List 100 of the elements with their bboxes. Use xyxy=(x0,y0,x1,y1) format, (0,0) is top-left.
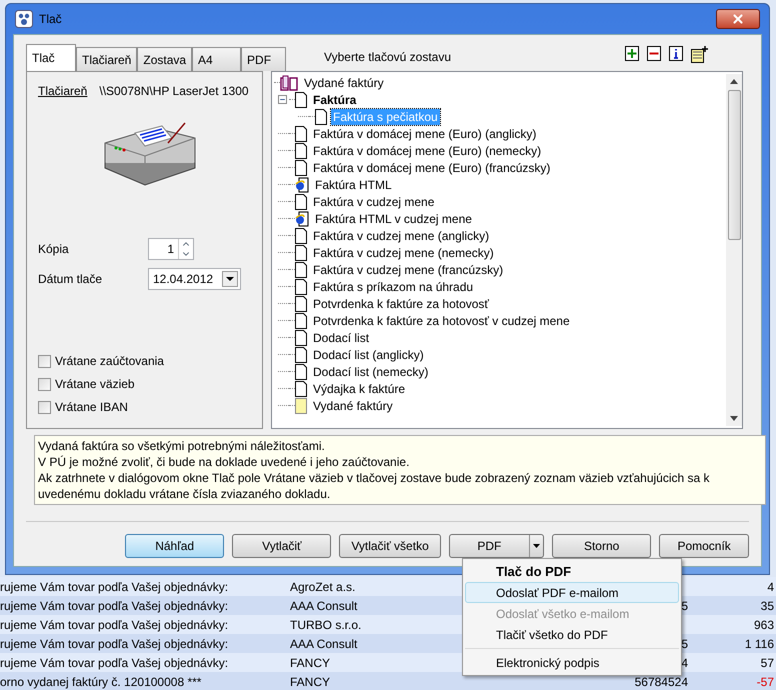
dialog-button[interactable]: Pomocník xyxy=(659,534,749,558)
tree-item[interactable]: Faktúra v cudzej mene (nemecky) xyxy=(311,244,496,260)
table-cell-text: rujeme Vám tovar podľa Vašej objednávky: xyxy=(0,636,228,652)
tab[interactable]: A4 xyxy=(192,47,242,71)
report-caption: Vyberte tlačovú zostavu xyxy=(324,49,452,66)
document-icon xyxy=(295,364,307,380)
table-cell-text: 35 xyxy=(760,598,774,614)
collapse-toggle[interactable] xyxy=(278,95,287,104)
document-icon xyxy=(295,330,307,346)
tree-item[interactable]: Výdajka k faktúre xyxy=(311,380,408,396)
checkbox-label: Vrátane IBAN xyxy=(55,399,128,416)
document-icon xyxy=(295,312,307,328)
table-cell-text: 1 116 xyxy=(744,636,774,652)
menu-item[interactable]: Tlačiť všetko do PDF xyxy=(465,624,679,645)
table-cell-text: FANCY xyxy=(290,674,330,690)
table-cell-text: AAA Consult xyxy=(290,598,358,614)
tree-item[interactable]: Dodací list xyxy=(311,330,372,346)
caret-icon xyxy=(226,277,234,281)
scroll-up-icon[interactable] xyxy=(730,79,738,84)
tree-item[interactable]: Faktúra xyxy=(311,92,358,108)
menu-item[interactable]: Tlač do PDF xyxy=(465,561,679,582)
description-text: Vydaná faktúra so všetkými potrebnými náležitosťami. xyxy=(38,438,326,454)
copies-label: Kópia xyxy=(38,241,70,258)
table-cell-text: 963 xyxy=(754,616,774,634)
document-icon xyxy=(295,262,307,278)
close-button[interactable] xyxy=(716,9,760,29)
tab[interactable]: PDF xyxy=(241,47,286,71)
web-page-icon xyxy=(295,176,309,192)
tree-item[interactable]: Faktúra HTML v cudzej mene xyxy=(313,210,474,226)
printer-link[interactable]: Tlačiareň xyxy=(38,82,88,100)
tree-item[interactable]: Faktúra v cudzej mene (anglicky) xyxy=(311,228,492,244)
document-icon xyxy=(295,244,307,260)
description-text: V PÚ je možné zvoliť, či bude na doklade uvedené i jeho zaúčtovanie. xyxy=(38,454,410,470)
document-icon xyxy=(295,126,307,142)
tree-item[interactable]: Dodací list (nemecky) xyxy=(311,364,430,380)
document-icon xyxy=(295,194,307,210)
tree-item[interactable]: Faktúra v domácej mene (Euro) (anglicky) xyxy=(311,126,538,142)
table-cell-text: rujeme Vám tovar podľa Vašej objednávky: xyxy=(0,598,228,614)
caret-icon xyxy=(533,544,540,548)
tab[interactable]: Zostava xyxy=(137,47,192,71)
close-icon xyxy=(731,12,745,26)
tab[interactable]: Tlačiareň xyxy=(76,47,138,71)
print-date-label: Dátum tlače xyxy=(38,271,104,288)
dialog-button[interactable]: Vytlačiť všetko xyxy=(339,534,441,558)
tree-item[interactable]: Vydané faktúry xyxy=(302,74,386,90)
tab[interactable]: Tlač xyxy=(26,44,76,71)
table-cell-text: 4 xyxy=(767,578,774,596)
tree-item[interactable]: Potvrdenka k faktúre za hotovosť v cudzej mene xyxy=(311,312,572,328)
table-cell-text: rujeme Vám tovar podľa Vašej objednávky: xyxy=(0,654,228,672)
checkbox[interactable] xyxy=(38,378,51,390)
menu-item[interactable]: Odoslať PDF e-mailom xyxy=(465,582,679,603)
scroll-thumb[interactable] xyxy=(728,90,740,240)
document-icon xyxy=(295,278,307,294)
tree-item[interactable]: Dodací list (anglicky) xyxy=(311,346,426,362)
tree-item[interactable]: Faktúra v cudzej mene (francúzsky) xyxy=(311,262,506,278)
menu-item[interactable]: Elektronický podpis xyxy=(465,652,679,673)
document-icon xyxy=(295,160,307,176)
document-icon xyxy=(295,380,307,396)
web-page-icon xyxy=(295,210,309,226)
tree-item[interactable]: Faktúra HTML xyxy=(313,176,394,192)
dialog-button[interactable]: Storno xyxy=(552,534,652,558)
document-star-icon[interactable] xyxy=(691,46,709,63)
window-title: Tlač xyxy=(39,11,62,28)
book-icon xyxy=(280,74,298,90)
checkbox-label: Vrátane zaúčtovania xyxy=(55,353,164,370)
table-cell-text: AAA Consult xyxy=(290,636,358,652)
tree-item[interactable]: Faktúra v cudzej mene xyxy=(311,194,436,210)
add-document-icon[interactable] xyxy=(625,46,639,61)
document-icon xyxy=(295,92,307,108)
minus-icon xyxy=(279,96,286,103)
table-cell-text: 5 xyxy=(681,598,688,614)
preview-button[interactable]: Náhľad xyxy=(125,534,224,558)
scrollbar[interactable] xyxy=(726,74,742,426)
description-text: Ak zatrhnete v dialógovom okne Tlač pole Vrátane väzieb v tlačovej zostave bude zobrazený zoznam väzieb vzťahujúcich sa k uvedenému dokladu vrátane čísla zviazaného dokladu. xyxy=(38,470,711,502)
document-icon xyxy=(295,296,307,312)
document-icon xyxy=(295,142,307,158)
checkbox[interactable] xyxy=(38,354,51,368)
tree-item[interactable]: Potvrdenka k faktúre za hotovosť xyxy=(311,296,491,312)
tree-item[interactable]: Vydané faktúry xyxy=(311,398,395,414)
tree-item[interactable]: Faktúra s príkazom na úhradu xyxy=(311,278,476,294)
document-icon xyxy=(315,108,327,124)
dialog-button[interactable]: Vytlačiť xyxy=(232,534,332,558)
pdf-split-button[interactable]: PDF xyxy=(448,534,544,558)
table-cell-text: rujeme Vám tovar podľa Vašej objednávky: xyxy=(0,616,228,634)
print-date-dropdown[interactable]: 12.04.2012 xyxy=(148,268,241,290)
info-icon[interactable] xyxy=(669,46,683,61)
checkbox[interactable] xyxy=(38,400,51,414)
checkbox-label: Vrátane väzieb xyxy=(55,376,135,393)
document-icon xyxy=(295,346,307,362)
table-cell-text: rujeme Vám tovar podľa Vašej objednávky: xyxy=(0,578,228,596)
tree-item[interactable]: Faktúra v domácej mene (Euro) (nemecky) xyxy=(311,142,544,158)
table-cell-text: TURBO s.r.o. xyxy=(290,616,362,634)
copies-spin-field[interactable]: 1 xyxy=(148,238,194,260)
document-icon xyxy=(295,228,307,244)
tree-item[interactable]: Faktúra v domácej mene (Euro) (francúzsky) xyxy=(311,160,552,176)
table-cell-text: 56784524 xyxy=(634,674,688,690)
table-cell-text: 57 xyxy=(760,654,774,672)
table-cell-text: 5 xyxy=(681,636,688,652)
scroll-down-icon[interactable] xyxy=(730,416,738,421)
remove-document-icon[interactable] xyxy=(647,46,661,61)
